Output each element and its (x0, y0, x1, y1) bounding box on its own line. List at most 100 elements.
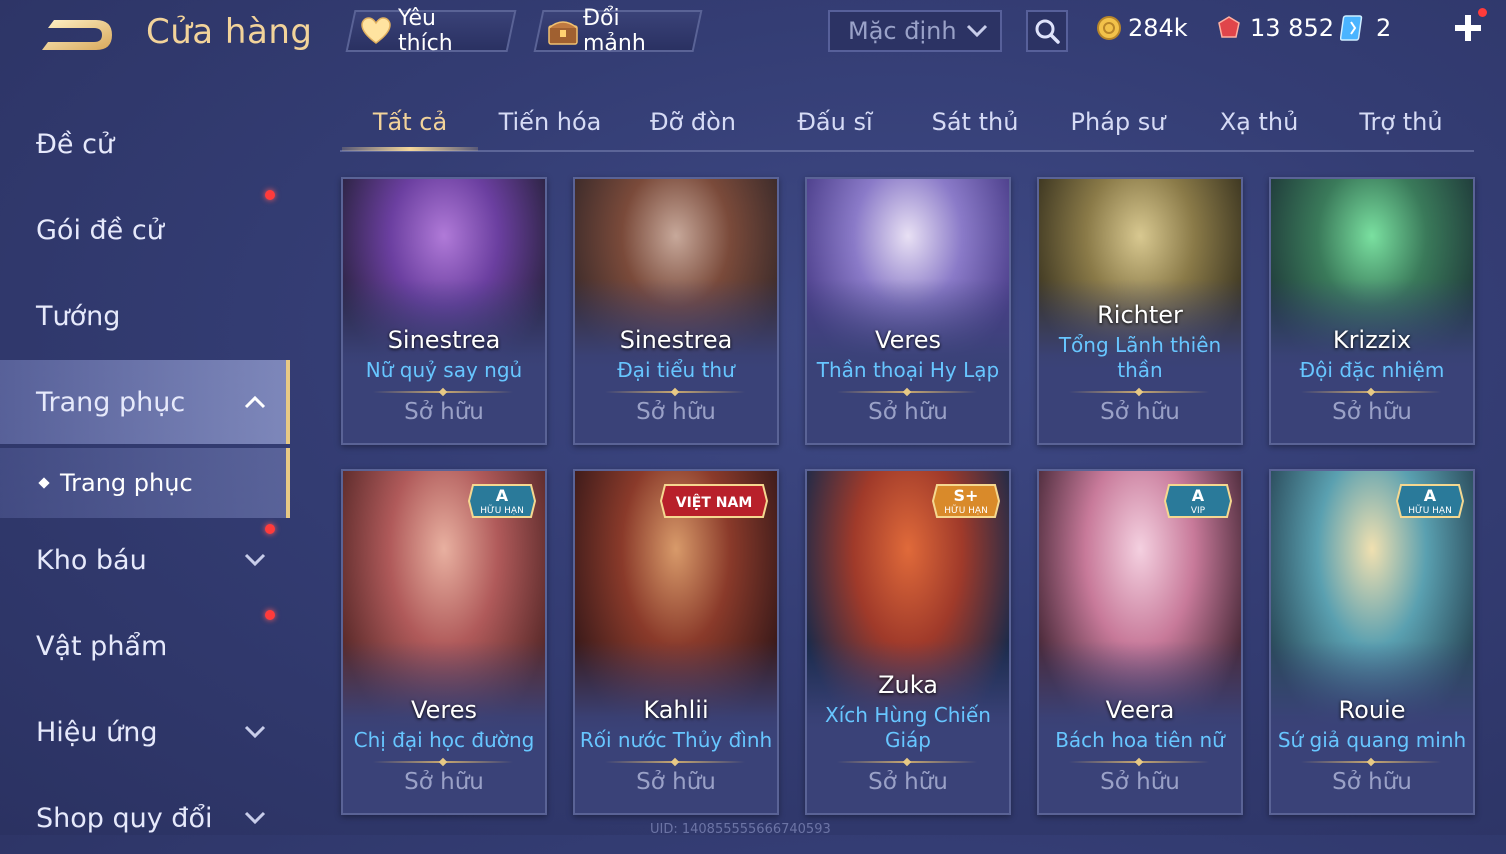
owned-status: Sở hữu (636, 769, 716, 795)
sidebar: Đề cử Gói đề cử Tướng Trang phục Trang p… (0, 100, 290, 835)
skin-card[interactable]: Veera Bách hoa tiên nữ Sở hữu A VIP (1037, 469, 1243, 815)
divider-diamond-icon (902, 757, 912, 767)
gold-coin-icon (1097, 16, 1121, 40)
skin-card[interactable]: Rouie Sứ giả quang minh Sở hữu A HỮU HẠN (1269, 469, 1475, 815)
tier-badge-icon: S+ HỮU HẠN (931, 481, 1001, 525)
skin-name: Nữ quỷ say ngủ (365, 358, 523, 382)
favorite-button[interactable]: Yêu thích (345, 6, 517, 56)
gold-balance: 284k (1096, 10, 1188, 46)
role-tabs: Tất cả Tiến hóa Đỡ đòn Đấu sĩ Sát thủ Ph… (340, 96, 1474, 152)
skin-card[interactable]: Richter Tổng Lãnh thiên thần Sở hữu (1037, 177, 1243, 445)
chevron-down-icon (244, 811, 266, 825)
top-bar: Cửa hàng Yêu thích Đổi mảnh Mặc định 284… (0, 0, 1506, 64)
sidebar-item-treasure[interactable]: Kho báu (0, 524, 286, 596)
sidebar-item-recommended[interactable]: Đề cử (0, 108, 286, 180)
tab-evolution[interactable]: Tiến hóa (485, 96, 615, 148)
sidebar-item-label: Hiệu ứng (36, 716, 158, 748)
hero-name: Kahlii (643, 696, 709, 724)
tab-fighter[interactable]: Đấu sĩ (772, 96, 898, 148)
sidebar-subitem-label: Trang phục (60, 469, 193, 497)
skin-card[interactable]: Veres Chị đại học đường Sở hữu A HỮU HẠN (341, 469, 547, 815)
skin-card[interactable]: Sinestrea Đại tiểu thư Sở hữu (573, 177, 779, 445)
blue-ticket-icon (1340, 15, 1363, 41)
add-currency-button[interactable] (1452, 8, 1487, 44)
notification-dot (265, 610, 275, 620)
divider-diamond-icon (1366, 757, 1376, 767)
sidebar-subitem-skins[interactable]: Trang phục (0, 448, 290, 518)
skin-name: Chị đại học đường (353, 728, 535, 752)
chevron-down-icon (966, 24, 988, 38)
notification-dot (1478, 8, 1487, 17)
tab-all[interactable]: Tất cả (342, 96, 478, 151)
skin-card[interactable]: Zuka Xích Hùng Chiến Giáp Sở hữu S+ HỮU HẠN (805, 469, 1011, 815)
hero-name: Sinestrea (387, 326, 501, 354)
sidebar-item-label: Tướng (36, 300, 121, 332)
skin-card[interactable]: Veres Thần thoại Hy Lạp Sở hữu (805, 177, 1011, 445)
heart-icon (358, 14, 394, 48)
skin-name: Xích Hùng Chiến Giáp (825, 703, 991, 752)
search-icon (1035, 19, 1060, 44)
skin-name: Đại tiểu thư (617, 358, 735, 382)
skin-name: Tổng Lãnh thiên thần (1058, 333, 1222, 382)
exchange-button[interactable]: Đổi mảnh (533, 6, 703, 56)
chevron-down-icon (244, 553, 266, 567)
hero-name: Krizzix (1332, 326, 1412, 354)
notification-dot (265, 190, 275, 200)
sidebar-item-recommended-packs[interactable]: Gói đề cử (0, 190, 286, 266)
sidebar-item-label: Trang phục (36, 386, 186, 418)
treasure-chest-icon (546, 14, 579, 48)
tab-assassin[interactable]: Sát thủ (912, 96, 1038, 148)
owned-status: Sở hữu (1332, 399, 1412, 425)
artwork-fade (575, 279, 777, 369)
skin-name: Sứ giả quang minh (1277, 728, 1467, 752)
hero-name: Veres (411, 696, 477, 724)
tab-tank[interactable]: Đỡ đòn (630, 96, 756, 148)
owned-status: Sở hữu (1332, 769, 1412, 795)
notification-dot (265, 524, 275, 534)
bullet-diamond-icon (38, 477, 50, 489)
owned-status: Sở hữu (636, 399, 716, 425)
back-button[interactable] (34, 12, 116, 58)
hero-name: Veres (875, 326, 941, 354)
skin-name: Thần thoại Hy Lạp (816, 358, 1000, 382)
sort-dropdown[interactable]: Mặc định (828, 10, 1002, 52)
divider-diamond-icon (1134, 387, 1144, 397)
sidebar-item-heroes[interactable]: Tướng (0, 280, 286, 352)
hero-name: Sinestrea (619, 326, 733, 354)
svg-text:HỮU HẠN: HỮU HẠN (480, 504, 524, 516)
sidebar-item-items[interactable]: Vật phẩm (0, 610, 286, 682)
skin-name: Đội đặc nhiệm (1299, 358, 1445, 382)
artwork-fade (343, 279, 545, 369)
owned-status: Sở hữu (868, 769, 948, 795)
hero-name: Rouie (1338, 696, 1406, 724)
voucher-amount: 13 852 (1250, 14, 1334, 42)
sidebar-item-effects[interactable]: Hiệu ứng (0, 696, 286, 768)
owned-status: Sở hữu (1100, 769, 1180, 795)
red-gem-icon (1218, 16, 1240, 38)
tab-mage[interactable]: Pháp sư (1054, 96, 1182, 148)
skin-card[interactable]: Kahlii Rối nước Thủy đình Sở hữu VIỆT NAM (573, 469, 779, 815)
divider-diamond-icon (438, 757, 448, 767)
sidebar-item-skins[interactable]: Trang phục (0, 360, 290, 444)
sidebar-item-label: Shop quy đổi (36, 802, 213, 834)
divider-diamond-icon (1134, 757, 1144, 767)
sidebar-item-exchange-shop[interactable]: Shop quy đổi (0, 782, 286, 854)
skin-card[interactable]: Krizzix Đội đặc nhiệm Sở hữu (1269, 177, 1475, 445)
skin-card[interactable]: Sinestrea Nữ quỷ say ngủ Sở hữu (341, 177, 547, 445)
divider-diamond-icon (670, 757, 680, 767)
divider-diamond-icon (438, 387, 448, 397)
tab-marksman[interactable]: Xạ thủ (1196, 96, 1322, 148)
tab-support[interactable]: Trợ thủ (1338, 96, 1464, 148)
search-button[interactable] (1026, 10, 1068, 52)
divider-diamond-icon (1366, 387, 1376, 397)
voucher-balance: 13 852 (1216, 10, 1334, 46)
gold-amount: 284k (1128, 14, 1188, 42)
chevron-down-icon (244, 725, 266, 739)
owned-status: Sở hữu (404, 769, 484, 795)
hero-name: Veera (1105, 696, 1175, 724)
owned-status: Sở hữu (868, 399, 948, 425)
sidebar-item-label: Gói đề cử (36, 214, 164, 246)
tier-badge-icon: A VIP (1163, 481, 1233, 525)
tier-badge-icon: A HỮU HẠN (467, 481, 537, 525)
plus-icon (1455, 15, 1481, 41)
